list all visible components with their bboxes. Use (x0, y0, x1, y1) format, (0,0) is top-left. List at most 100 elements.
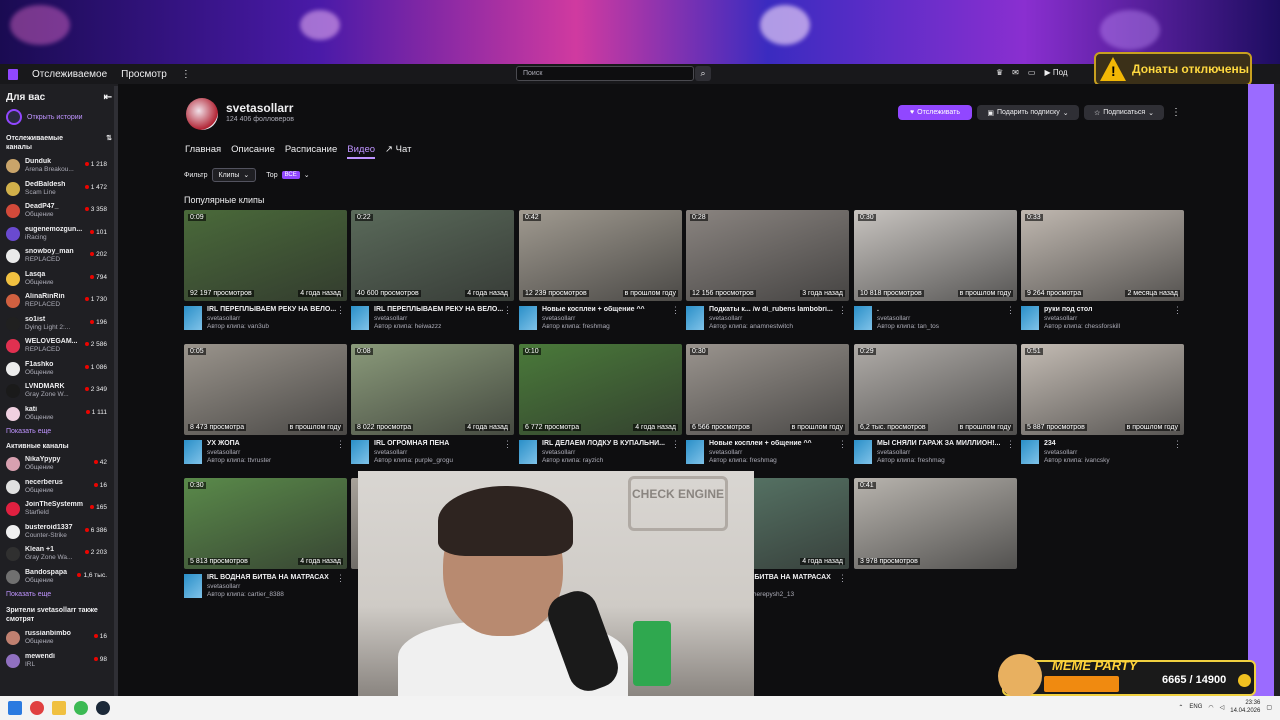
sidebar-followed-channel[interactable]: DedBaldesh Scam Line 1 472 (0, 178, 118, 201)
sidebar-followed-channel[interactable]: WELOVEGAM... REPLACED 2 586 (0, 335, 118, 358)
sidebar-followed-channel[interactable]: Lasqa Общение 794 (0, 268, 118, 291)
channel-avatar[interactable] (186, 98, 218, 130)
clip-thumbnail[interactable]: 0:30 6 566 просмотров в прошлом году (686, 344, 849, 435)
clip-more-icon[interactable]: ⋮ (336, 439, 345, 450)
more-options-icon[interactable]: ⋮ (1170, 105, 1182, 120)
clip-card[interactable]: 0:51 5 887 просмотров в прошлом году 234 sve… (1021, 344, 1184, 472)
notifications-icon[interactable]: ▢ (1266, 704, 1272, 711)
clip-more-icon[interactable]: ⋮ (671, 305, 680, 316)
clip-channel-avatar[interactable] (1021, 306, 1039, 330)
sidebar-followed-channel[interactable]: so1ist Dying Light 2:... 196 (0, 313, 118, 336)
crown-icon[interactable]: ♛ (996, 68, 1003, 77)
clip-title[interactable]: Новые косплеи + общение ^^ (709, 440, 839, 447)
clip-more-icon[interactable]: ⋮ (1006, 439, 1015, 450)
show-more-link-2[interactable]: Показать еще (0, 588, 118, 603)
clip-card[interactable]: 0:30 10 818 просмотров в прошлом году. svet… (854, 210, 1017, 338)
clip-thumbnail[interactable]: 0:41 3 978 просмотров (854, 478, 1017, 569)
clip-more-icon[interactable]: ⋮ (1006, 305, 1015, 316)
clip-channel-avatar[interactable] (519, 306, 537, 330)
clip-channel-avatar[interactable] (854, 440, 872, 464)
clip-title[interactable]: IRL ДЕЛАЕМ ЛОДКУ В КУПАЛЬНИ... (542, 440, 672, 447)
sidebar-followed-channel[interactable]: Dunduk Arena Breakou... 1 218 (0, 155, 118, 178)
clip-thumbnail[interactable]: 0:28 12 156 просмотров 3 года назад (686, 210, 849, 301)
clip-channel-avatar[interactable] (854, 306, 872, 330)
yandex-browser-icon[interactable] (30, 701, 44, 715)
clip-thumbnail[interactable]: 0:30 10 818 просмотров в прошлом году (854, 210, 1017, 301)
clip-channel-avatar[interactable] (519, 440, 537, 464)
wifi-icon[interactable]: ◠ (1208, 704, 1213, 711)
clip-more-icon[interactable]: ⋮ (336, 305, 345, 316)
clip-thumbnail[interactable]: 0:22 40 600 просмотров 4 года назад (351, 210, 514, 301)
filter-type-select[interactable]: Клипы ⌄ (211, 168, 257, 182)
clip-more-icon[interactable]: ⋮ (1173, 439, 1182, 450)
clip-channel-avatar[interactable] (184, 440, 202, 464)
clip-title[interactable]: УХ ЖОПА (207, 440, 337, 447)
search-input[interactable]: Поиск (516, 66, 694, 81)
filter-sort-select[interactable]: Top ВСЕ ⌄ (260, 168, 315, 182)
clip-title[interactable]: Новые косплеи + общение ^^ (542, 306, 672, 313)
clip-card[interactable]: 0:42 12 239 просмотров в прошлом году Новые… (519, 210, 682, 338)
clip-thumbnail[interactable]: 0:05 8 473 просмотра в прошлом году (184, 344, 347, 435)
clip-more-icon[interactable]: ⋮ (838, 573, 847, 584)
volume-icon[interactable]: ◁ (1220, 704, 1225, 711)
clip-more-icon[interactable]: ⋮ (1173, 305, 1182, 316)
clip-channel[interactable]: svetasollarr (1044, 315, 1077, 322)
clip-more-icon[interactable]: ⋮ (503, 439, 512, 450)
file-explorer-icon[interactable] (52, 701, 66, 715)
clip-title[interactable]: . (877, 306, 1007, 313)
follow-button[interactable]: ♥ Отслеживать (898, 105, 972, 120)
clip-channel[interactable]: svetasollarr (207, 449, 240, 456)
clip-thumbnail[interactable]: 0:30 5 813 просмотров 4 года назад (184, 478, 347, 569)
clip-channel[interactable]: svetasollarr (374, 449, 407, 456)
sidebar-followed-channel[interactable]: eugenemozgun... iRacing 101 (0, 223, 118, 246)
sidebar-active-channel[interactable]: NikaYpypy Общение 42 (0, 453, 118, 476)
tab-about[interactable]: Описание (231, 144, 275, 159)
clip-thumbnail[interactable]: 0:42 12 239 просмотров в прошлом году (519, 210, 682, 301)
nav-following[interactable]: Отслеживаемое (32, 69, 107, 80)
stories-button[interactable]: Открыть истории (0, 103, 118, 131)
clip-channel-avatar[interactable] (1021, 440, 1039, 464)
gift-sub-button[interactable]: ▣ Подарить подписку ⌄ (977, 105, 1079, 120)
sidebar-active-channel[interactable]: necerberus Общение 16 (0, 476, 118, 499)
clip-card[interactable]: 0:33 9 264 просмотра 2 месяца назад руки по… (1021, 210, 1184, 338)
chrome-icon[interactable] (74, 701, 88, 715)
channel-name[interactable]: svetasollarr (226, 101, 293, 115)
clip-channel[interactable]: svetasollarr (1044, 449, 1077, 456)
clip-channel[interactable]: svetasollarr (877, 315, 910, 322)
sidebar-followed-channel[interactable]: DeadP47_ Общение 3 358 (0, 200, 118, 223)
clip-thumbnail[interactable]: 0:51 5 887 просмотров в прошлом году (1021, 344, 1184, 435)
clip-title[interactable]: 234 (1044, 440, 1174, 447)
clip-more-icon[interactable]: ⋮ (838, 439, 847, 450)
clip-card[interactable]: 0:28 12 156 просмотров 3 года назад Подкаты… (686, 210, 849, 338)
clip-title[interactable]: IRL ВОДНАЯ БИТВА НА МАТРАСАХ (207, 574, 337, 581)
sidebar-followed-channel[interactable]: kati Общение 1 111 (0, 403, 118, 426)
twitch-logo-icon[interactable] (8, 68, 18, 80)
clip-more-icon[interactable]: ⋮ (503, 305, 512, 316)
collapse-icon[interactable]: ⇤ (104, 92, 112, 103)
show-more-link[interactable]: Показать еще (0, 425, 118, 440)
clip-channel[interactable]: svetasollarr (709, 449, 742, 456)
clip-channel-avatar[interactable] (686, 306, 704, 330)
sidebar-followed-channel[interactable]: snowboy_man REPLACED 202 (0, 245, 118, 268)
tab-videos[interactable]: Видео (347, 144, 376, 159)
sidebar-viewers-also-channel[interactable]: russianbimbo Общение 16 (0, 627, 118, 650)
clip-title[interactable]: IRL ОГРОМНАЯ ПЕНА (374, 440, 504, 447)
clip-thumbnail[interactable]: 0:10 6 772 просмотра 4 года назад (519, 344, 682, 435)
clip-card[interactable]: 0:41 3 978 просмотров (854, 478, 1017, 606)
clip-more-icon[interactable]: ⋮ (838, 305, 847, 316)
clip-thumbnail[interactable]: 0:29 6,2 тыс. просмотров в прошлом году (854, 344, 1017, 435)
sort-icon[interactable]: ⇅ (106, 134, 112, 152)
tab-chat[interactable]: ↗ Чат (385, 144, 411, 159)
clip-card[interactable]: 0:30 6 566 просмотров в прошлом году Новые … (686, 344, 849, 472)
clip-card[interactable]: 0:22 40 600 просмотров 4 года назад IRL ПЕР… (351, 210, 514, 338)
scrollbar[interactable] (1274, 84, 1280, 696)
clip-card[interactable]: 0:30 5 813 просмотров 4 года назад IRL ВОДН… (184, 478, 347, 606)
clip-channel[interactable]: svetasollarr (542, 449, 575, 456)
clip-channel[interactable]: svetasollarr (207, 583, 240, 590)
clip-channel[interactable]: svetasollarr (207, 315, 240, 322)
mail-icon[interactable]: ✉ (1012, 68, 1019, 77)
clip-title[interactable]: Подкаты к... /w di_rubens lambobri... (709, 306, 839, 313)
nav-browse[interactable]: Просмотр (121, 69, 167, 80)
clip-card[interactable]: 0:05 8 473 просмотра в прошлом году УХ ЖОПА… (184, 344, 347, 472)
clip-channel[interactable]: svetasollarr (877, 449, 910, 456)
